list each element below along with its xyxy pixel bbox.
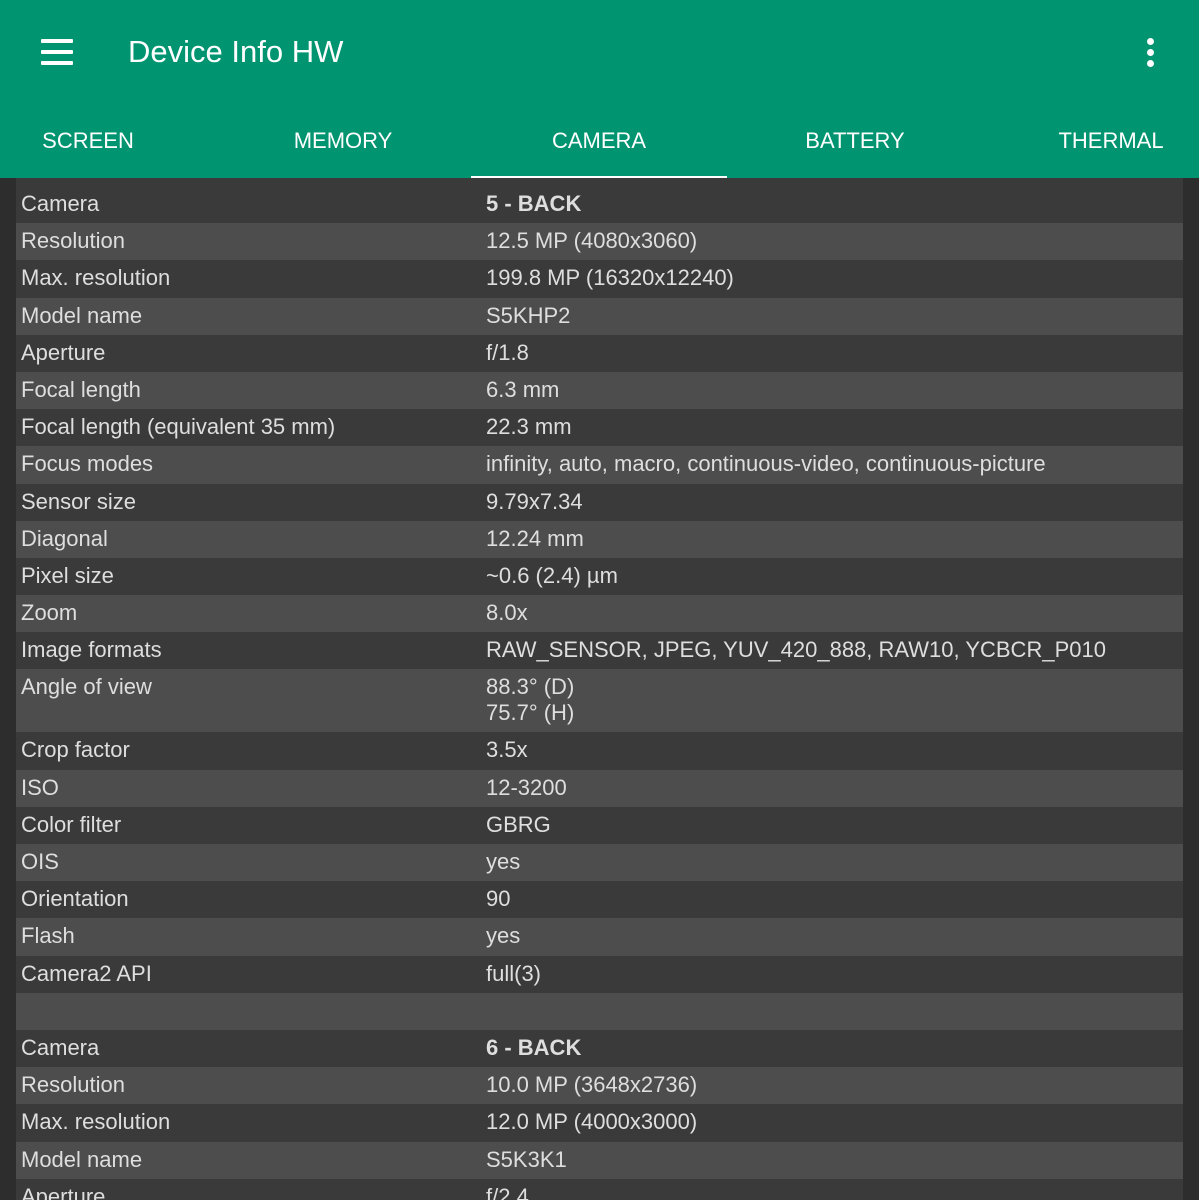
row-value: 6.3 mm: [486, 376, 560, 402]
table-row: Orientation 90: [16, 881, 1183, 919]
row-value: S5K3K1: [486, 1146, 567, 1172]
table-row: Max. resolution 12.0 MP (4000x3000): [16, 1104, 1183, 1142]
row-label: Diagonal: [21, 525, 108, 551]
row-label: Orientation: [21, 886, 129, 912]
table-row: Camera 5 - BACK: [16, 186, 1183, 224]
row-value: 90: [486, 886, 511, 912]
row-label: Resolution: [21, 228, 125, 254]
row-value: S5KHP2: [486, 302, 571, 328]
row-value: ~0.6 (2.4) µm: [486, 562, 618, 588]
app-bar: Device Info HW SCREEN MEMORY CAMERA BATT…: [0, 0, 1199, 179]
table-row: Sensor size 9.79x7.34: [16, 483, 1183, 521]
row-value: 88.3° (D) 75.7° (H): [486, 674, 575, 726]
row-label: Pixel size: [21, 562, 114, 588]
row-value: 8.0x: [486, 600, 528, 626]
table-row: Pixel size ~0.6 (2.4) µm: [16, 557, 1183, 596]
table-row: Resolution 12.5 MP (4080x3060): [16, 223, 1183, 261]
row-label: Color filter: [21, 811, 122, 837]
row-value: 9.79x7.34: [486, 488, 583, 514]
row-label: Image formats: [21, 637, 162, 663]
row-value: 12.5 MP (4080x3060): [486, 228, 698, 254]
table-row: Image formats RAW_SENSOR, JPEG, YUV_420_8…: [16, 632, 1183, 670]
row-value: infinity, auto, macro, continuous-video,…: [486, 451, 1046, 477]
table-row: Aperture f/2.4: [16, 1178, 1183, 1200]
row-value: RAW_SENSOR, JPEG, YUV_420_888, RAW10, YC…: [486, 637, 1106, 663]
row-label: Aperture: [21, 1183, 106, 1200]
row-value: 22.3 mm: [486, 414, 572, 440]
row-label: ISO: [21, 774, 59, 800]
table-row: Color filter GBRG: [16, 806, 1183, 844]
row-value: 3.5x: [486, 737, 528, 763]
row-label: Max. resolution: [21, 265, 171, 291]
row-value: 6 - BACK: [486, 1034, 582, 1060]
row-label: Angle of view: [21, 674, 152, 700]
table-row: Crop factor 3.5x: [16, 732, 1183, 770]
row-value: 12.0 MP (4000x3000): [486, 1109, 698, 1135]
row-label: Focal length (equivalent 35 mm): [21, 414, 336, 440]
app-title: Device Info HW: [128, 34, 344, 69]
row-value: 12.24 mm: [486, 525, 584, 551]
table-row: Angle of view 88.3° (D) 75.7° (H): [16, 669, 1183, 733]
table-row: Max. resolution 199.8 MP (16320x12240): [16, 260, 1183, 298]
tab-thermal[interactable]: THERMAL: [983, 110, 1199, 178]
row-label: Crop factor: [21, 737, 130, 763]
more-vert-icon[interactable]: [1136, 32, 1166, 72]
row-value: 199.8 MP (16320x12240): [486, 265, 734, 291]
table-row: Model name S5KHP2: [16, 297, 1183, 335]
table-row: Zoom 8.0x: [16, 595, 1183, 633]
camera-info-list[interactable]: Camera 5 - BACK Resolution 12.5 MP (4080x30…: [16, 178, 1183, 1200]
row-value: GBRG: [486, 811, 551, 837]
table-row: Aperture f/1.8: [16, 334, 1183, 372]
row-label: Max. resolution: [21, 1109, 171, 1135]
row-label: Flash: [21, 923, 75, 949]
row-value: 5 - BACK: [486, 191, 582, 216]
tab-battery[interactable]: BATTERY: [727, 110, 983, 178]
row-label: Model name: [21, 302, 143, 328]
row-label: Camera: [21, 1034, 100, 1060]
row-label: Camera: [21, 191, 100, 216]
row-label: Aperture: [21, 339, 106, 365]
table-row: OIS yes: [16, 844, 1183, 882]
row-label: OIS: [21, 849, 59, 874]
table-row: [16, 992, 1183, 1030]
table-row: Flash yes: [16, 918, 1183, 956]
tab-bar: SCREEN MEMORY CAMERA BATTERY THERMAL: [0, 110, 1199, 178]
row-value: f/2.4: [486, 1183, 529, 1200]
table-row: Camera2 API full(3): [16, 955, 1183, 993]
row-label: Sensor size: [21, 488, 136, 514]
row-value: 10.0 MP (3648x2736): [486, 1072, 698, 1098]
row-label: Model name: [21, 1146, 143, 1172]
row-value: full(3): [486, 960, 542, 986]
row-label: Focal length: [21, 376, 141, 402]
table-row: ISO 12-3200: [16, 769, 1183, 807]
table-row: Resolution 10.0 MP (3648x2736): [16, 1067, 1183, 1105]
table-row: Diagonal 12.24 mm: [16, 520, 1183, 558]
row-value: yes: [486, 923, 521, 949]
tab-screen[interactable]: SCREEN: [0, 110, 216, 178]
row-label: Zoom: [21, 600, 78, 626]
table-row: Model name S5K3K1: [16, 1141, 1183, 1179]
row-label: Resolution: [21, 1072, 125, 1098]
list-top-padding: [16, 178, 1183, 186]
row-value: 12-3200: [486, 774, 567, 800]
row-label: Focus modes: [21, 451, 154, 477]
row-label: Camera2 API: [21, 960, 152, 986]
row-value: f/1.8: [486, 339, 529, 365]
camera-rows: Camera 5 - BACK Resolution 12.5 MP (4080x30…: [16, 186, 1183, 1200]
table-row: Focal length 6.3 mm: [16, 371, 1183, 410]
table-row: Focal length (equivalent 35 mm) 22.3 mm: [16, 409, 1183, 447]
tab-memory[interactable]: MEMORY: [215, 110, 471, 178]
row-value: yes: [486, 849, 521, 874]
tab-camera[interactable]: CAMERA: [471, 110, 727, 178]
table-row: Focus modes infinity, auto, macro, contin…: [16, 446, 1183, 484]
table-row: Camera 6 - BACK: [16, 1029, 1183, 1068]
menu-icon[interactable]: [36, 34, 78, 70]
